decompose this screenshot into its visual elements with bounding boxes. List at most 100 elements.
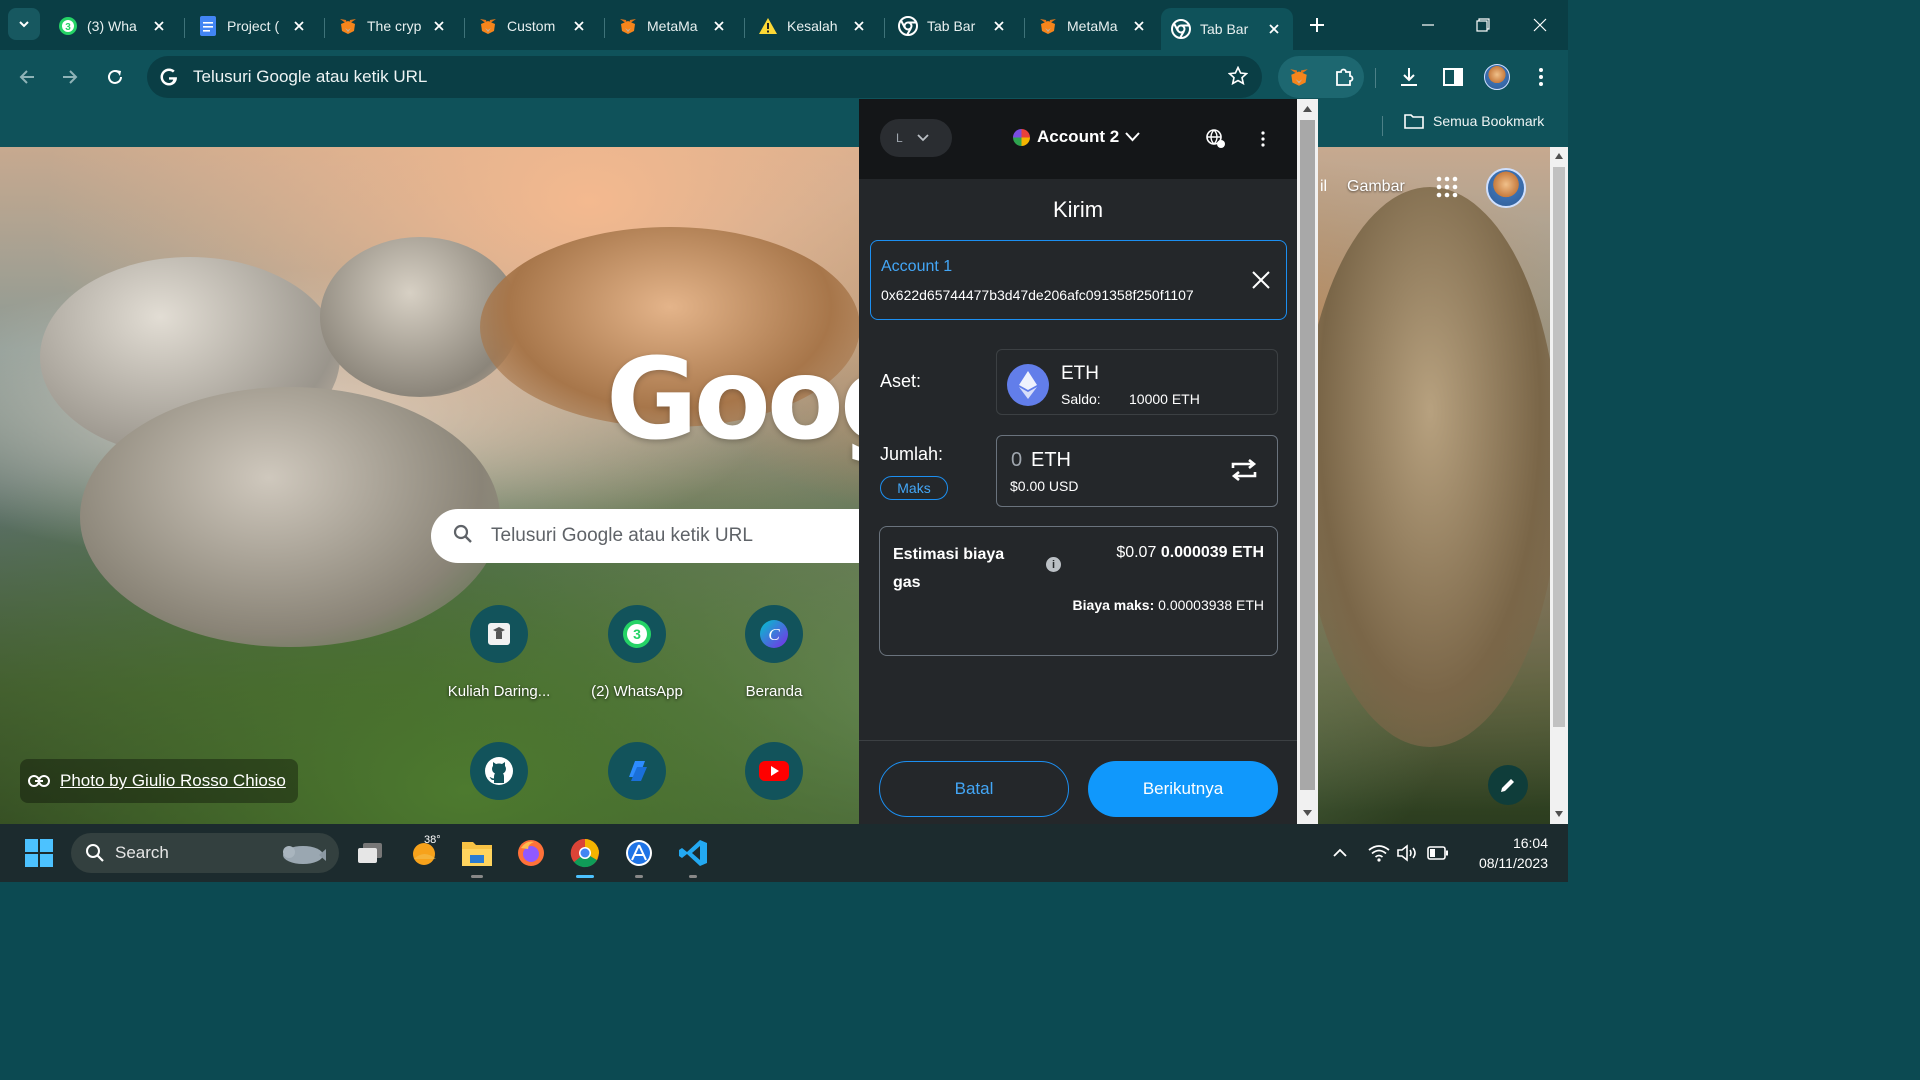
close-icon[interactable] bbox=[1130, 17, 1148, 35]
scrollbar-thumb[interactable] bbox=[1553, 167, 1565, 727]
close-icon[interactable] bbox=[850, 17, 868, 35]
shortcut-kuliah-daring[interactable]: Kuliah Daring... bbox=[439, 605, 559, 700]
close-icon[interactable] bbox=[290, 17, 308, 35]
start-button[interactable] bbox=[23, 837, 55, 869]
canva-icon: C bbox=[760, 620, 788, 648]
shortcut-label: Beranda bbox=[745, 683, 803, 700]
chrome-menu-button[interactable] bbox=[1526, 62, 1556, 92]
side-panel-button[interactable] bbox=[1438, 62, 1468, 92]
volume-tray-button[interactable] bbox=[1397, 842, 1419, 864]
tab-tab-bar-active[interactable]: Tab Bar bbox=[1161, 8, 1293, 50]
customize-chrome-button[interactable] bbox=[1488, 765, 1528, 805]
clear-recipient-button[interactable] bbox=[1250, 269, 1272, 291]
tab-metamask[interactable]: MetaMa bbox=[608, 8, 738, 44]
tab-project[interactable]: Project ( bbox=[188, 8, 318, 44]
shortcut-whatsapp[interactable]: 3 (2) WhatsApp bbox=[577, 605, 697, 700]
restore-button[interactable] bbox=[1468, 10, 1498, 40]
taskbar-search[interactable]: Search bbox=[71, 833, 339, 873]
max-amount-button[interactable]: Maks bbox=[880, 476, 948, 500]
scrollbar-thumb[interactable] bbox=[1300, 120, 1315, 790]
reload-button[interactable] bbox=[100, 62, 130, 92]
shortcut-github[interactable] bbox=[439, 742, 559, 820]
gas-fee-eth: 0.000039 ETH bbox=[1160, 544, 1264, 561]
popup-scrollbar[interactable] bbox=[1297, 99, 1318, 824]
cancel-button[interactable]: Batal bbox=[879, 761, 1069, 817]
minimize-button[interactable] bbox=[1413, 10, 1443, 40]
tab-title: The cryp bbox=[367, 18, 422, 34]
firefox-button[interactable] bbox=[515, 837, 547, 869]
scroll-down-icon bbox=[1303, 810, 1312, 816]
metamask-header: L Account 2 bbox=[859, 99, 1297, 179]
google-apps-button[interactable] bbox=[1436, 176, 1458, 203]
downloads-button[interactable] bbox=[1394, 62, 1424, 92]
forward-button[interactable] bbox=[55, 62, 85, 92]
vscode-button[interactable] bbox=[677, 837, 709, 869]
weather-temperature: 38° bbox=[424, 834, 441, 846]
google-account-avatar[interactable] bbox=[1486, 168, 1526, 208]
bookmark-star-icon[interactable] bbox=[1227, 65, 1249, 91]
close-icon[interactable] bbox=[150, 17, 168, 35]
folder-icon bbox=[462, 842, 492, 866]
vscode-icon bbox=[679, 840, 707, 866]
pencil-icon bbox=[1501, 779, 1514, 792]
close-icon[interactable] bbox=[430, 17, 448, 35]
close-icon[interactable] bbox=[710, 17, 728, 35]
task-view-button[interactable] bbox=[354, 837, 386, 869]
tab-metamask-2[interactable]: MetaMa bbox=[1028, 8, 1158, 44]
photo-credit-link[interactable]: Photo by Giulio Rosso Chioso bbox=[20, 759, 298, 803]
arc-app-button[interactable] bbox=[623, 837, 655, 869]
connected-sites-button[interactable] bbox=[1204, 127, 1228, 151]
battery-tray-button[interactable] bbox=[1427, 842, 1449, 864]
page-scrollbar[interactable] bbox=[1550, 147, 1568, 824]
address-bar[interactable]: Telusuri Google atau ketik URL bbox=[147, 56, 1262, 98]
next-button[interactable]: Berikutnya bbox=[1088, 761, 1278, 817]
tab-custom[interactable]: Custom bbox=[468, 8, 598, 44]
google-g-icon bbox=[159, 67, 179, 87]
metamask-extension-button[interactable] bbox=[1284, 62, 1314, 92]
taskbar-search-label: Search bbox=[115, 843, 169, 862]
arrow-left-icon bbox=[19, 70, 34, 84]
recipient-name: Account 1 bbox=[881, 258, 953, 275]
amount-input[interactable]: 0 ETH $0.00 USD bbox=[996, 435, 1278, 507]
chrome-taskbar-button[interactable] bbox=[569, 837, 601, 869]
tab-kesalahan[interactable]: Kesalah bbox=[748, 8, 878, 44]
gmail-link[interactable]: il bbox=[1320, 178, 1327, 196]
tab-tab-bar[interactable]: Tab Bar bbox=[888, 8, 1018, 44]
extensions-button[interactable] bbox=[1329, 62, 1359, 92]
file-explorer-button[interactable] bbox=[461, 837, 493, 869]
chevron-down-icon bbox=[19, 21, 29, 28]
network-picker[interactable]: L bbox=[880, 119, 952, 157]
shortcut-zoom[interactable] bbox=[577, 742, 697, 820]
close-icon[interactable] bbox=[570, 17, 588, 35]
new-tab-button[interactable] bbox=[1303, 11, 1331, 39]
tab-whatsapp[interactable]: 3 (3) Wha bbox=[48, 8, 178, 44]
tab-crypto[interactable]: The cryp bbox=[328, 8, 458, 44]
restore-icon bbox=[1476, 18, 1490, 32]
back-button[interactable] bbox=[12, 62, 42, 92]
tab-title: MetaMa bbox=[647, 18, 698, 34]
scroll-up-icon bbox=[1555, 153, 1563, 159]
images-link[interactable]: Gambar bbox=[1347, 178, 1405, 196]
amount-unit: ETH bbox=[1031, 449, 1071, 471]
system-clock[interactable]: 16:04 08/11/2023 bbox=[1464, 833, 1548, 873]
swap-currency-button[interactable] bbox=[1229, 458, 1259, 482]
network-tray-button[interactable] bbox=[1368, 842, 1390, 864]
asset-selector[interactable]: ETH Saldo: 10000 ETH bbox=[996, 349, 1278, 415]
all-bookmarks-button[interactable]: Semua Bookmark bbox=[1404, 113, 1544, 129]
shortcut-beranda[interactable]: C Beranda bbox=[714, 605, 834, 700]
avatar bbox=[1484, 64, 1510, 90]
shortcut-youtube[interactable] bbox=[714, 742, 834, 820]
graduation-icon bbox=[488, 623, 510, 645]
account-options-button[interactable] bbox=[1251, 127, 1275, 151]
more-vertical-icon bbox=[1539, 68, 1543, 86]
gas-fee-fiat: $0.07 bbox=[1116, 544, 1157, 561]
ethereum-icon bbox=[1007, 364, 1049, 406]
account-picker[interactable]: Account 2 bbox=[1013, 127, 1140, 147]
close-icon[interactable] bbox=[1265, 20, 1283, 38]
profile-button[interactable] bbox=[1482, 62, 1512, 92]
show-hidden-icons-button[interactable] bbox=[1329, 842, 1351, 864]
close-window-button[interactable] bbox=[1525, 10, 1555, 40]
tab-search-button[interactable] bbox=[8, 8, 40, 40]
info-icon[interactable]: i bbox=[1046, 557, 1061, 572]
close-icon[interactable] bbox=[990, 17, 1008, 35]
